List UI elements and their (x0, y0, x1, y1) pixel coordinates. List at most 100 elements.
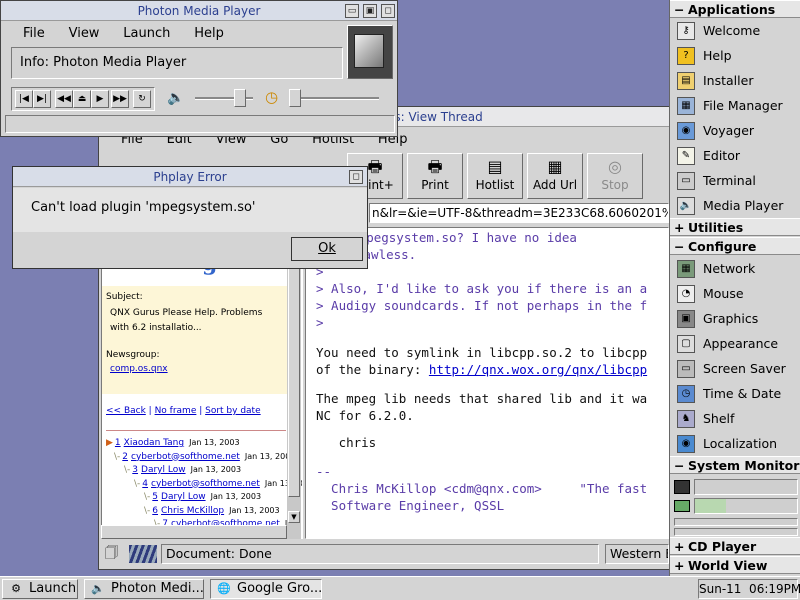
player-title[interactable]: Photon Media Player (1, 1, 397, 21)
thread-row[interactable]: \- 6 Chris McKillop Jan 13, 2003 (144, 506, 280, 516)
status-bar: 🗍 Document: Done Western E (101, 541, 669, 567)
shelf-item-voyager[interactable]: ◉ Voyager (673, 119, 798, 143)
shelf-item-time-date[interactable]: ◷ Time & Date (673, 382, 798, 406)
back-link[interactable]: << Back (106, 406, 146, 416)
thread-author-link[interactable]: Daryl Low (141, 465, 186, 475)
shelf-item-installer[interactable]: ▤ Installer (673, 69, 798, 93)
skip-end-icon[interactable]: ▶| (33, 90, 51, 108)
position-slider-knob[interactable] (289, 89, 301, 107)
shelf-item-shelf[interactable]: ♞ Shelf (673, 407, 798, 431)
launch-button[interactable]: ⚙ Launch (2, 579, 78, 599)
cpu-icon (674, 480, 690, 494)
browser-title[interactable]: os: View Thread (383, 107, 669, 127)
graphics-icon: ▣ (677, 310, 695, 328)
system-monitor-header[interactable]: − System Monitor (670, 456, 800, 474)
cd-player-header[interactable]: + CD Player (670, 537, 800, 555)
thread-row[interactable]: \-4cyberbot@softhome.netJan 13, 2003 (134, 478, 302, 489)
thread-frame-scrollbar[interactable]: ▲ ▼ (287, 227, 301, 539)
quote-line-4: > Also, I'd like to ask you if there is … (316, 281, 648, 296)
shelf-item-appearance[interactable]: ▢ Appearance (673, 332, 798, 356)
scroll-down-icon[interactable]: ▼ (288, 511, 300, 523)
volume-slider-knob[interactable] (234, 89, 247, 107)
utilities-header[interactable]: + Utilities (670, 218, 800, 236)
player-menu-help[interactable]: Help (186, 23, 236, 45)
mouse-icon: ◔ (677, 285, 695, 303)
body-line-4: NC for 6.2.0. (316, 408, 414, 423)
skip-start-icon[interactable]: |◀ (15, 90, 33, 108)
libcpp-link[interactable]: http://qnx.wox.org/qnx/libcpp (429, 362, 647, 377)
add-url-button[interactable]: ▦ Add Url (527, 153, 583, 199)
maximize-icon[interactable]: ▣ (363, 4, 377, 18)
player-info: Info: Photon Media Player (11, 47, 343, 79)
player-status-bar (5, 115, 395, 133)
error-dialog: Phplay Error ◻ Can't load plugin 'mpegsy… (12, 166, 368, 269)
body-line-3: The mpeg lib needs that shared lib and i… (316, 391, 648, 406)
voyager-icon: 🌐 (217, 582, 231, 595)
thread-frame-hscrollbar[interactable] (101, 525, 287, 539)
shelf-item-media-player[interactable]: 🔈 Media Player (673, 194, 798, 218)
thread-row[interactable]: \- 5 Daryl Low Jan 13, 2003 (144, 492, 261, 502)
shelf-item-editor[interactable]: ✎ Editor (673, 144, 798, 168)
shelf-item-localization[interactable]: ◉ Localization (673, 432, 798, 456)
message-frame: r laod mpegsystem.so? I have no idea law… (305, 227, 669, 539)
thread-author-link[interactable]: Chris McKillop (161, 506, 224, 516)
rewind-icon[interactable]: ◀◀ (55, 90, 73, 108)
world-view-header[interactable]: + World View (670, 556, 800, 574)
url-input[interactable]: n&lr=&ie=UTF-8&threadm=3E233C68.6060201%… (369, 203, 669, 223)
thread-author-link[interactable]: cyberbot@softhome.net (131, 452, 240, 462)
shelf-item-label: Mouse (703, 286, 744, 301)
shelf-item-welcome[interactable]: ⚷ Welcome (673, 19, 798, 43)
thread-author-link[interactable]: Daryl Low (161, 492, 206, 502)
shelf-item-screen-saver[interactable]: ▭ Screen Saver (673, 357, 798, 381)
scroll-thumb[interactable] (288, 241, 300, 497)
play-icon[interactable]: ▶ (91, 90, 109, 108)
error-dialog-title[interactable]: Phplay Error (13, 167, 367, 187)
hotlist-button[interactable]: ▤ Hotlist (467, 153, 523, 199)
stop-button[interactable]: ◎ Stop (587, 153, 643, 199)
thread-author-link[interactable]: Xiaodan Tang (124, 438, 184, 448)
player-menu-view[interactable]: View (61, 23, 112, 45)
task-media-player[interactable]: 🔈 Photon Medi... (84, 579, 204, 599)
print-button[interactable]: 🖶 Print (407, 153, 463, 199)
shelf-item-help[interactable]: ? Help (673, 44, 798, 68)
position-slider[interactable] (289, 89, 379, 107)
applications-header[interactable]: − Applications (670, 0, 800, 18)
cd-player-header-label: CD Player (688, 539, 757, 554)
sort-by-date-link[interactable]: Sort by date (205, 406, 261, 416)
task-google-groups[interactable]: 🌐 Google Gro... (210, 579, 322, 599)
status-text: Document: Done (161, 544, 599, 564)
minimize-icon[interactable]: ▭ (345, 4, 359, 18)
shelf-item-graphics[interactable]: ▣ Graphics (673, 307, 798, 331)
encoding-select[interactable]: Western E (605, 544, 669, 564)
load-meter-2 (674, 528, 798, 536)
stop-label: Stop (601, 178, 629, 192)
ok-button[interactable]: Ok (291, 237, 363, 261)
thread-author-link[interactable]: cyberbot@softhome.net (151, 479, 260, 489)
thread-row[interactable]: ▶ 1 Xiaodan Tang Jan 13, 2003 (106, 438, 240, 448)
hotlist-icon: ▤ (487, 157, 503, 176)
thread-row[interactable]: \- 2 cyberbot@softhome.net Jan 13, 2003 (114, 452, 295, 462)
fast-forward-icon[interactable]: ▶▶ (111, 90, 129, 108)
thread-number: 4 (142, 478, 149, 489)
close-icon[interactable]: ◻ (381, 4, 395, 18)
shelf-item-file-manager[interactable]: ▦ File Manager (673, 94, 798, 118)
error-close-icon[interactable]: ◻ (349, 170, 363, 184)
task-media-player-label: Photon Medi... (111, 581, 204, 596)
shelf-item-terminal[interactable]: ▭ Terminal (673, 169, 798, 193)
repeat-icon[interactable]: ↻ (133, 90, 151, 108)
player-menu-launch[interactable]: Launch (115, 23, 182, 45)
clock[interactable]: Sun-11 06:19PM (698, 579, 800, 599)
no-frame-link[interactable]: No frame (155, 406, 197, 416)
player-menu-file[interactable]: File (15, 23, 57, 45)
shelf-item-label: Editor (703, 148, 740, 163)
eject-icon[interactable]: ⏏ (73, 90, 91, 108)
newsgroup-link[interactable]: comp.os.qnx (110, 364, 168, 374)
thread-branch-icon: \- (124, 465, 131, 475)
memory-meter-fill (695, 499, 726, 513)
shelf-item-label: Help (703, 48, 732, 63)
shelf-item-mouse[interactable]: ◔ Mouse (673, 282, 798, 306)
shelf-item-network[interactable]: ▦ Network (673, 257, 798, 281)
thread-row[interactable]: \- 3 Daryl Low Jan 13, 2003 (124, 465, 241, 475)
configure-header[interactable]: − Configure (670, 237, 800, 255)
volume-slider[interactable] (195, 89, 253, 107)
